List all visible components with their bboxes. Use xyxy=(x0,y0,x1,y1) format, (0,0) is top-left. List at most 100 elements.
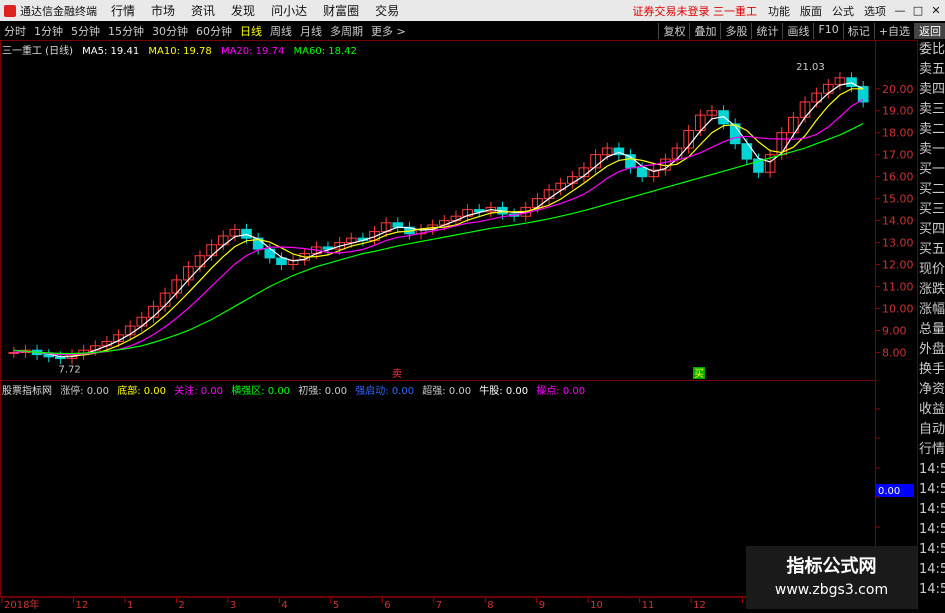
price-tick-label: 9.00 xyxy=(882,324,907,337)
quote-panel-label: 14:50 xyxy=(919,562,945,577)
time-axis-svg: 2018年12123456789101112123 xyxy=(1,598,854,611)
minimize-icon[interactable]: — xyxy=(891,4,909,17)
ind-dibu: 底部: 0.00 xyxy=(117,386,167,397)
period-monthly[interactable]: 月线 xyxy=(296,23,326,39)
price-tick-label: 16.00 xyxy=(882,171,914,184)
high-price-label: 21.03 xyxy=(796,62,825,73)
time-tick-label: 2018年 xyxy=(4,598,39,610)
quote-panel-label: 14:50 xyxy=(919,522,945,537)
quote-panel-label: 自动 xyxy=(919,422,945,437)
quote-panel: 委比 卖五 卖四 卖三 卖二 卖一 买一 买二 买三 买四 买五 现价 涨跌 涨幅 总量 外盘 换手 净资 收益 自动… xyxy=(917,40,945,609)
period-15min[interactable]: 15分钟 xyxy=(104,23,148,39)
indicator-name: 股票指标网 xyxy=(2,386,52,397)
quote-panel-label: 涨跌 xyxy=(919,282,945,297)
quote-panel-label: 委比 xyxy=(919,42,945,57)
period-more[interactable]: 更多 > xyxy=(367,23,410,39)
buy-marker: 买 xyxy=(694,368,704,380)
price-tick-label: 15.00 xyxy=(882,193,914,206)
price-tick-label: 18.00 xyxy=(882,127,914,140)
price-tick-label: 12.00 xyxy=(882,259,914,272)
main-pane-frame xyxy=(0,40,876,381)
price-tick-label: 10.00 xyxy=(882,302,914,315)
menu-item-jiaoyi[interactable]: 交易 xyxy=(367,2,407,19)
watermark-line1: 指标公式网 xyxy=(786,556,877,577)
menu-item-hangqing[interactable]: 行情 xyxy=(103,2,143,19)
tool-fuquan[interactable]: 复权 xyxy=(658,22,689,39)
app-logo-icon xyxy=(4,4,16,17)
period-5min[interactable]: 5分钟 xyxy=(67,23,104,39)
price-tick-label: 17.00 xyxy=(882,149,914,162)
quote-panel-label: 14:50 xyxy=(919,482,945,497)
ind-hengqiangqu: 横强区: 0.00 xyxy=(231,386,291,397)
quote-panel-label: 卖一 xyxy=(919,142,945,157)
tool-huaxian[interactable]: 画线 xyxy=(782,22,813,39)
ind-niugu: 牛股: 0.00 xyxy=(479,386,529,397)
sell-marker: 卖 xyxy=(392,368,402,380)
quote-panel-label: 14:50 xyxy=(919,542,945,557)
menu-item-banmian[interactable]: 版面 xyxy=(795,3,827,19)
menu-item-faxian[interactable]: 发现 xyxy=(223,2,263,19)
quote-panel-label: 14:50 xyxy=(919,462,945,477)
ind-qiangqidong: 强启动: 0.00 xyxy=(355,386,415,397)
legend-ma10: MA10: 19.78 xyxy=(148,46,212,57)
quote-panel-label: 买五 xyxy=(919,242,945,257)
price-tick-label: 8.00 xyxy=(882,346,907,359)
menu-item-wenxiaoda[interactable]: 问小达 xyxy=(263,2,315,19)
ind-zhangting: 涨停: 0.00 xyxy=(60,386,110,397)
menu-item-shichang[interactable]: 市场 xyxy=(143,2,183,19)
kline-chart[interactable]: 20.00 19.00 18.00 17.00 16.00 15.00 14.00 13.00… xyxy=(0,40,917,600)
price-tick-label: 11.00 xyxy=(882,281,914,294)
indicator-value: 0.00 xyxy=(878,486,900,497)
menu-item-gongneng[interactable]: 功能 xyxy=(763,3,795,19)
quote-panel-label: 卖五 xyxy=(919,62,945,77)
app-title-text: 通达信金融终端 xyxy=(20,4,97,18)
site-watermark: 指标公式网 www.zbgs3.com xyxy=(746,546,917,609)
candle-body xyxy=(636,167,648,178)
period-fenshi[interactable]: 分时 xyxy=(0,23,30,39)
menu-item-caifuquan[interactable]: 财富圈 xyxy=(315,2,367,19)
price-tick-label: 14.00 xyxy=(882,215,914,228)
quote-panel-label: 卖二 xyxy=(919,122,945,137)
period-60min[interactable]: 60分钟 xyxy=(192,23,236,39)
ind-guanzhu: 关注: 0.00 xyxy=(174,386,224,397)
tool-diejia[interactable]: 叠加 xyxy=(689,22,720,39)
kline-svg[interactable]: 20.00 19.00 18.00 17.00 16.00 15.00 14.00 13.00… xyxy=(0,40,917,597)
ma60-line xyxy=(13,122,864,355)
period-daily[interactable]: 日线 xyxy=(236,23,266,39)
ma-legend: 三一重工 (日线) MA5: 19.41 MA10: 19.78 MA20: 1… xyxy=(2,42,363,57)
quote-panel-label: 买三 xyxy=(919,202,945,217)
tool-f10[interactable]: F10 xyxy=(813,22,842,39)
quote-panel-label: 净资 xyxy=(919,382,945,397)
period-1min[interactable]: 1分钟 xyxy=(30,23,67,39)
period-multi[interactable]: 多周期 xyxy=(326,23,367,39)
ind-chuqiang: 初强: 0.00 xyxy=(298,386,348,397)
menu-item-zixun[interactable]: 资讯 xyxy=(183,2,223,19)
close-icon[interactable]: ✕ xyxy=(927,4,945,17)
maximize-icon[interactable]: □ xyxy=(909,4,927,17)
watermark-line2: www.zbgs3.com xyxy=(774,582,889,598)
period-weekly[interactable]: 周线 xyxy=(266,23,296,39)
menu-item-gongshi[interactable]: 公式 xyxy=(827,3,859,19)
tool-biaoji[interactable]: 标记 xyxy=(842,22,874,39)
quote-panel-label: 14:50 xyxy=(919,582,945,597)
app-title: 通达信金融终端 xyxy=(0,3,103,19)
quote-panel-label: 涨幅 xyxy=(919,302,945,317)
ind-caodian: 操点: 0.00 xyxy=(536,386,586,397)
tool-tongji[interactable]: 统计 xyxy=(751,22,782,39)
tool-zixuan[interactable]: +自选 xyxy=(873,22,914,39)
tool-fanhui[interactable]: 返回 xyxy=(914,22,945,39)
period-30min[interactable]: 30分钟 xyxy=(148,23,192,39)
price-tick-label: 20.00 xyxy=(882,83,914,96)
candle-body xyxy=(276,257,287,266)
quote-panel-label: 总量 xyxy=(919,322,945,337)
quote-panel-label: 现价 xyxy=(919,262,945,277)
quote-panel-label: 买一 xyxy=(919,162,945,177)
chart-tools: 复权 叠加 多股 统计 画线 F10 标记 +自选 返回 xyxy=(658,22,945,39)
tool-duogu[interactable]: 多股 xyxy=(720,22,751,39)
quote-panel-label: 外盘 xyxy=(919,342,945,357)
quote-panel-label: 14:50 xyxy=(919,502,945,517)
candle-body xyxy=(241,228,252,239)
login-status: 证券交易未登录 三一重工 xyxy=(632,4,758,18)
menu-item-xuanxiang[interactable]: 选项 xyxy=(859,3,891,19)
quote-panel-label: 买二 xyxy=(919,182,945,197)
